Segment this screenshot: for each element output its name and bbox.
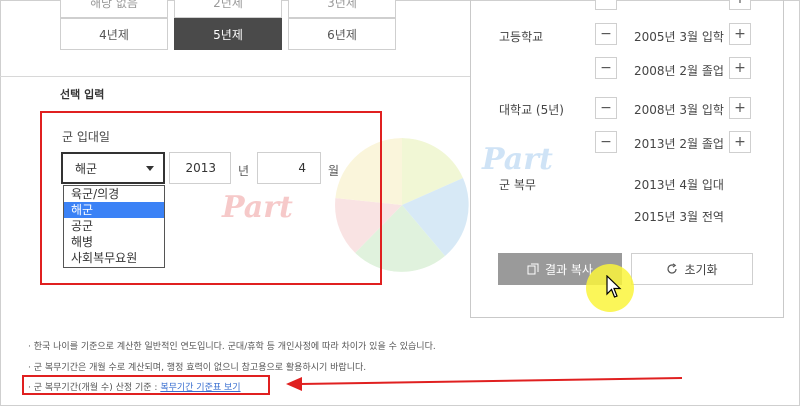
annotation-arrow [286, 377, 683, 391]
